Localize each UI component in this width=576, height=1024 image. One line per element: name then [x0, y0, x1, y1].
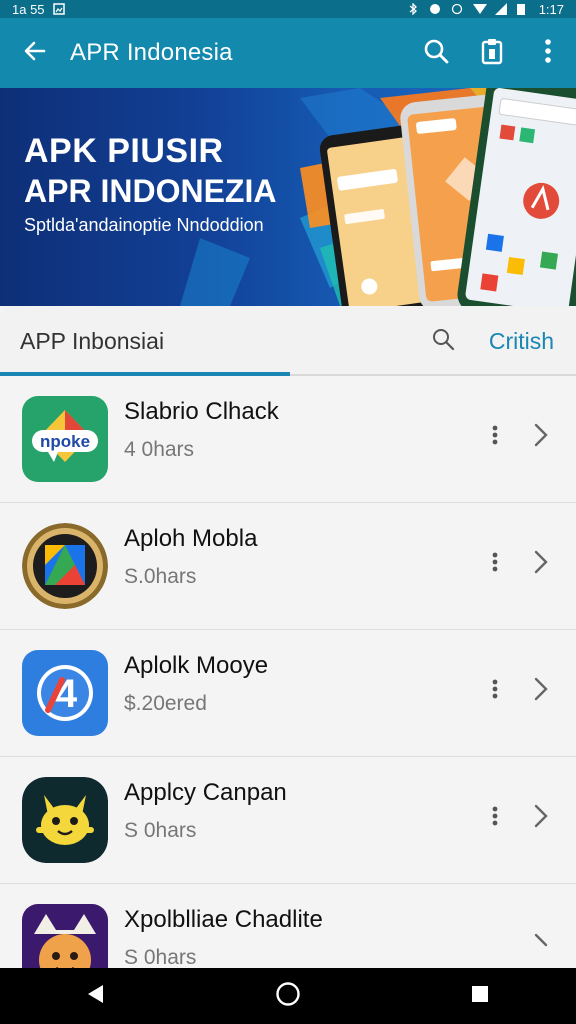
app-list: npoke Slabrio Clhack 4 0hars Aploh Mobla… — [0, 376, 576, 1011]
list-item[interactable]: Aploh Mobla S.0hars — [0, 503, 576, 630]
framed-play-icon — [22, 523, 108, 609]
more-vert-icon — [492, 679, 498, 704]
more-vert-icon — [544, 38, 552, 69]
more-vert-icon — [492, 552, 498, 577]
banner-subtitle: Sptlda'andainoptie Nndoddion — [24, 215, 264, 235]
more-vert-icon — [492, 806, 498, 831]
list-item[interactable]: 4 Aplolk Mooye $.20ered — [0, 630, 576, 757]
app-name: Aploh Mobla — [124, 525, 258, 552]
overflow-menu-button[interactable] — [520, 18, 576, 88]
back-triangle-icon — [85, 983, 107, 1010]
battery-icon — [516, 3, 529, 15]
recent-square-icon — [469, 983, 491, 1010]
action-tab[interactable]: Critish — [463, 328, 576, 355]
search-tab-row: APP Inbonsiai Critish — [0, 306, 576, 376]
more-vert-icon — [492, 425, 498, 450]
status-time-left: 1a 55 — [12, 1, 45, 17]
item-more-button[interactable] — [478, 420, 512, 454]
item-open-button[interactable] — [524, 674, 558, 708]
chevron-right-icon — [533, 676, 549, 707]
nav-back-button[interactable] — [66, 968, 126, 1024]
item-open-button[interactable] — [524, 420, 558, 454]
search-row-button[interactable] — [423, 306, 463, 376]
chevron-right-icon — [533, 422, 549, 453]
npoke-icon: npoke — [22, 396, 108, 482]
app-bar: APR Indonesia — [0, 18, 576, 88]
clipboard-button[interactable] — [464, 18, 520, 88]
banner-headline-1: APK PIUSIR — [24, 132, 224, 170]
clipboard-icon — [480, 37, 504, 70]
app-name: Slabrio Clhack — [124, 398, 279, 425]
search-icon — [431, 327, 455, 356]
chevron-right-icon — [533, 549, 549, 580]
search-query-tab[interactable]: APP Inbonsiai — [0, 328, 423, 355]
nav-recent-button[interactable] — [450, 968, 510, 1024]
page-title: APR Indonesia — [70, 39, 233, 66]
bluetooth-icon — [407, 2, 419, 16]
alarm-icon — [451, 3, 463, 15]
list-item[interactable]: npoke Slabrio Clhack 4 0hars — [0, 376, 576, 503]
item-open-button[interactable] — [524, 801, 558, 835]
svg-text:npoke: npoke — [40, 432, 90, 451]
back-arrow-icon — [22, 38, 48, 69]
app-meta: 4 0hars — [124, 438, 195, 461]
wifi-icon — [472, 3, 487, 15]
signal-icon — [494, 3, 507, 15]
back-button[interactable] — [0, 18, 70, 88]
app-meta: $.20ered — [124, 692, 207, 715]
list-item[interactable]: Applcy Canpan S 0hars — [0, 757, 576, 884]
app-meta: S.0hars — [124, 565, 197, 588]
item-open-button[interactable] — [524, 547, 558, 581]
search-icon — [422, 37, 450, 70]
blue-4-icon: 4 — [22, 650, 108, 736]
app-screen: 1a 55 1:17 APR Indonesia APK PIUSIR APR … — [0, 0, 576, 1024]
promo-banner[interactable]: APK PIUSIR APR INDONEZIA Sptlda'andainop… — [0, 88, 576, 306]
yellow-creature-icon — [22, 777, 108, 863]
banner-headline-2: APR INDONEZIA — [24, 173, 277, 209]
app-name: Xpolblliae Chadlite — [124, 906, 323, 933]
app-meta: S 0hars — [124, 946, 197, 969]
home-circle-icon — [275, 981, 301, 1012]
app-meta: S 0hars — [124, 819, 197, 842]
app-name: Applcy Canpan — [124, 779, 287, 806]
nav-home-button[interactable] — [258, 968, 318, 1024]
app-name: Aplolk Mooye — [124, 652, 269, 679]
item-more-button[interactable] — [478, 547, 512, 581]
search-button[interactable] — [408, 18, 464, 88]
chevron-right-icon — [533, 932, 549, 963]
system-nav-bar — [0, 968, 576, 1024]
item-open-button[interactable] — [524, 930, 558, 964]
chevron-right-icon — [533, 803, 549, 834]
item-more-button[interactable] — [478, 674, 512, 708]
image-notification-icon — [52, 3, 65, 15]
data-icon — [429, 3, 441, 15]
status-bar: 1a 55 1:17 — [0, 0, 576, 18]
status-time-right: 1:17 — [538, 1, 564, 17]
item-more-button[interactable] — [478, 801, 512, 835]
